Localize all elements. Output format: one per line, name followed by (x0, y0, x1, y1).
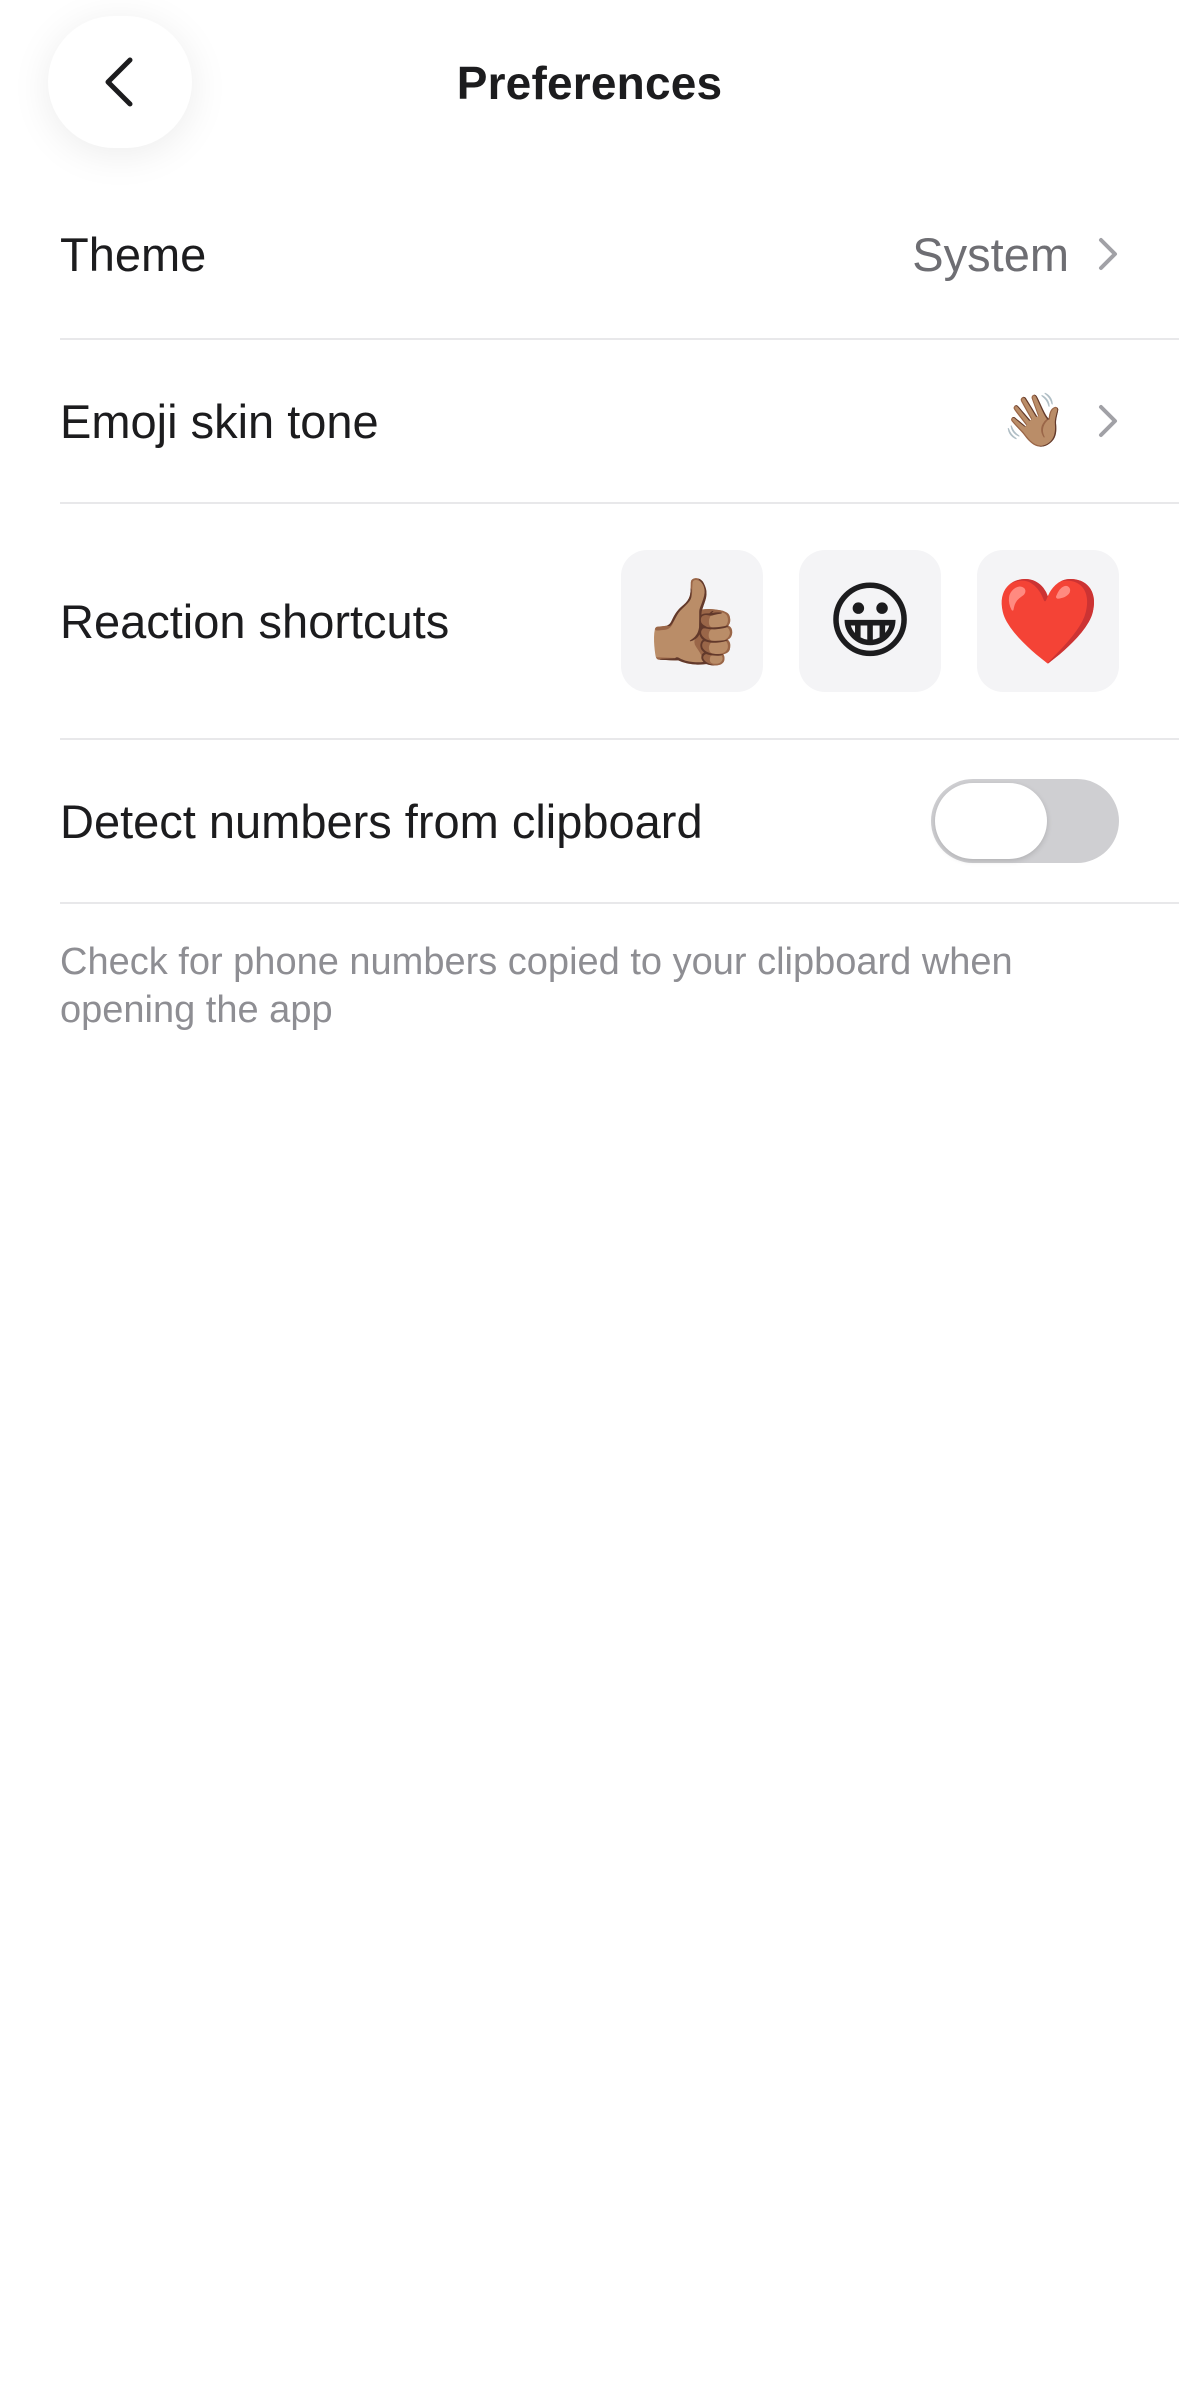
preferences-list: Theme System Emoji skin tone 👋🏽 Reaction… (0, 170, 1179, 1034)
theme-value: System (912, 227, 1069, 281)
skin-tone-value-group: 👋🏽 (1002, 395, 1119, 447)
reaction-thumbs-up-button[interactable]: 👍🏽 (621, 550, 763, 692)
detect-numbers-toggle[interactable] (931, 779, 1119, 863)
chevron-right-icon (1097, 236, 1119, 272)
chevron-right-icon (1097, 403, 1119, 439)
reaction-grinning-face-button[interactable]: 😀 (799, 550, 941, 692)
detect-numbers-row: Detect numbers from clipboard (60, 740, 1179, 904)
emoji-skin-tone-label: Emoji skin tone (60, 394, 379, 448)
reaction-shortcuts-row: Reaction shortcuts 👍🏽 😀 ❤️ (60, 504, 1179, 740)
detect-numbers-label: Detect numbers from clipboard (60, 794, 703, 848)
theme-value-group: System (912, 227, 1119, 282)
reaction-heart-button[interactable]: ❤️ (977, 550, 1119, 692)
page-title: Preferences (456, 57, 723, 109)
header: Preferences (0, 0, 1179, 170)
reaction-shortcut-buttons: 👍🏽 😀 ❤️ (621, 550, 1119, 692)
theme-row[interactable]: Theme System (60, 170, 1179, 340)
theme-label: Theme (60, 227, 207, 281)
toggle-knob (935, 783, 1047, 859)
reaction-shortcuts-label: Reaction shortcuts (60, 594, 450, 648)
waving-hand-icon: 👋🏽 (1002, 392, 1067, 450)
detect-numbers-description: Check for phone numbers copied to your c… (60, 941, 1013, 1031)
emoji-skin-tone-row[interactable]: Emoji skin tone 👋🏽 (60, 340, 1179, 504)
